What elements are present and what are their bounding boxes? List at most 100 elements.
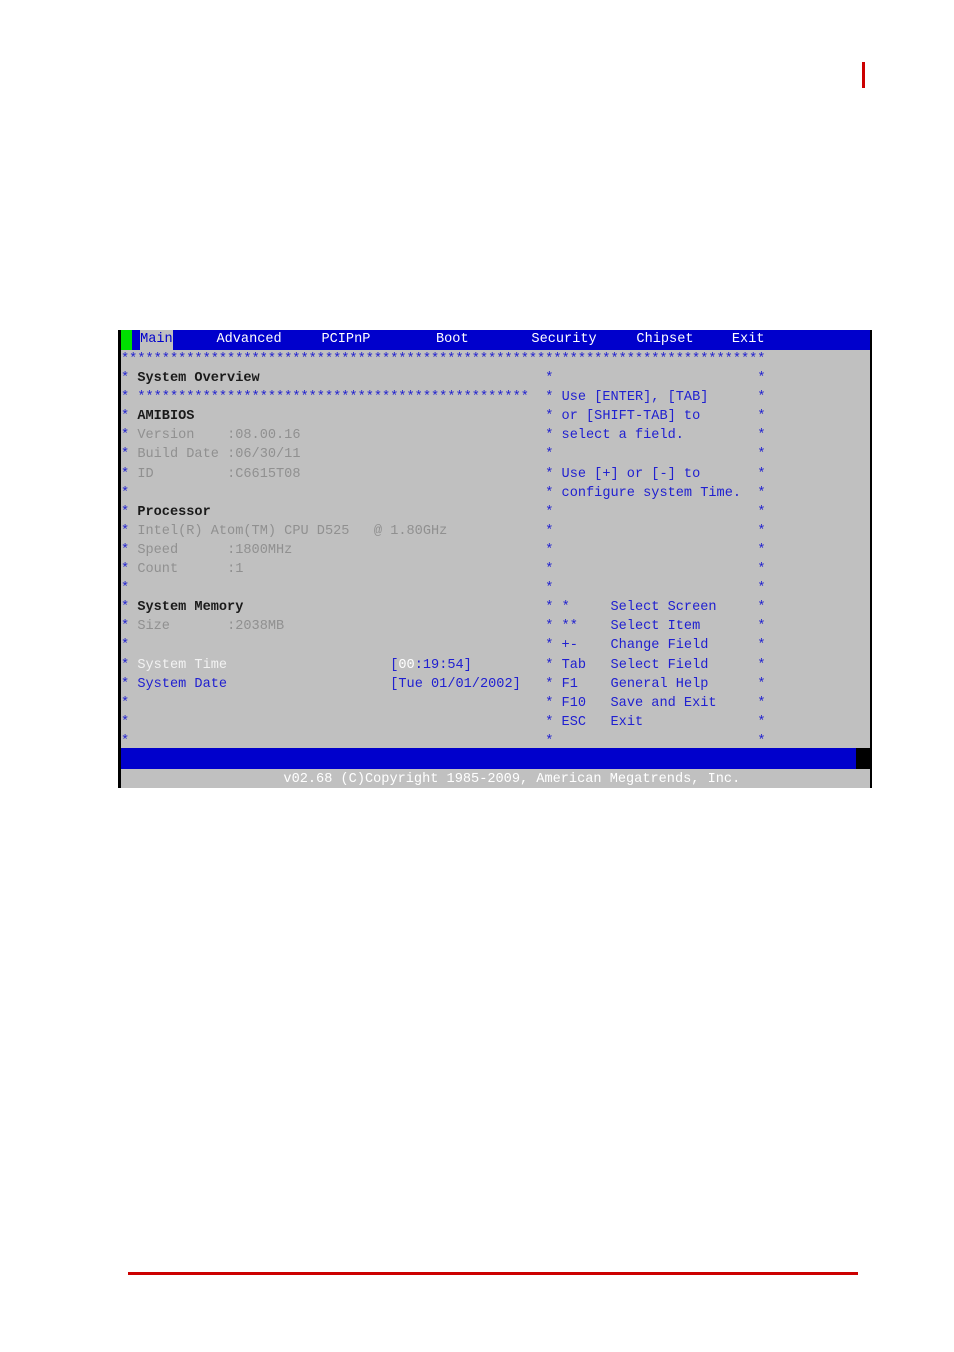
border-star-right: *	[757, 562, 766, 578]
legend-key: **	[561, 619, 611, 635]
legend-key: F10	[561, 695, 611, 711]
section-heading-1: Processor	[137, 504, 211, 520]
field-label-1: System Date	[137, 676, 391, 692]
row-section-heading: * Processor * *	[121, 504, 766, 520]
border-star-right: *	[757, 542, 766, 558]
bios-menu-bar: Main Advanced PCIPnP Boot Security Chipset Exi…	[121, 330, 870, 350]
bios-copyright-text: v02.68 (C)Copyright 1985-2009, American …	[283, 772, 741, 787]
field-bracket-close: ]	[463, 657, 472, 673]
help-divider-star: *	[545, 409, 562, 425]
menu-tab-main[interactable]: Main	[140, 330, 173, 350]
separator-rule-top: ****************************************…	[121, 350, 870, 369]
legend-key: F1	[561, 676, 611, 692]
border-star-right: *	[757, 504, 766, 520]
menu-tab-exit[interactable]: Exit	[732, 330, 765, 350]
info-label: Count	[137, 562, 228, 578]
border-star-right: *	[757, 581, 766, 597]
border-star-right: *	[757, 447, 766, 463]
field-value: :19:54	[414, 657, 464, 673]
border-star-right: *	[757, 466, 766, 482]
help-divider-star: *	[545, 562, 562, 578]
help-divider-star: *	[545, 695, 562, 711]
help-text-line: Use [ENTER], [TAB]	[561, 390, 709, 406]
menu-tab-pcipnp[interactable]: PCIPnP	[321, 330, 370, 350]
legend-key: ESC	[561, 714, 611, 730]
row-blank: * * *	[121, 581, 766, 597]
help-divider-star: *	[545, 428, 562, 444]
page-footer-rule	[128, 1272, 858, 1275]
legend-action: Select Screen	[610, 600, 717, 616]
border-star-right: *	[757, 371, 766, 387]
row-info: * Speed :1800MHz * *	[121, 542, 766, 558]
help-divider-star: *	[545, 657, 562, 673]
row-blank: * * configure system Time. *	[121, 485, 766, 501]
info-value: :2038MB	[227, 619, 285, 635]
menu-tab-security[interactable]: Security	[531, 330, 596, 350]
help-divider-star: *	[545, 733, 562, 749]
help-text-line: configure system Time.	[561, 485, 742, 501]
field-label-0: System Time	[137, 657, 391, 673]
info-value: :06/30/11	[227, 447, 301, 463]
row-blank: * * ESC Exit *	[121, 714, 766, 730]
border-star-right: *	[757, 695, 766, 711]
help-divider-star: *	[545, 638, 562, 654]
info-label: Intel(R) Atom(TM) CPU D525 @ 1.80GHz	[137, 523, 448, 539]
help-divider-star: *	[545, 542, 562, 558]
row-info: * Count :1 * *	[121, 562, 766, 578]
legend-action: Select Item	[610, 619, 701, 635]
info-label: ID	[137, 466, 228, 482]
legend-action: Select Field	[610, 657, 709, 673]
legend-key: Tab	[561, 657, 611, 673]
bios-footer-bar: v02.68 (C)Copyright 1985-2009, American …	[121, 748, 870, 787]
border-star-right: *	[757, 485, 766, 501]
row-field[interactable]: * System Date [Tue 01/01/2002] * F1 Gene…	[121, 675, 870, 694]
help-divider-star: *	[545, 447, 562, 463]
row-info: * Intel(R) Atom(TM) CPU D525 @ 1.80GHz *…	[121, 523, 766, 539]
row-info: * Version :08.00.16 * select a field. *	[121, 428, 766, 444]
legend-action: Exit	[610, 714, 644, 730]
border-star-right: *	[757, 714, 766, 730]
row-info: * Build Date :06/30/11 * *	[121, 447, 766, 463]
separator-rule-section: ****************************************…	[137, 390, 529, 406]
border-star-right: *	[757, 638, 766, 654]
border-star-right: *	[757, 657, 766, 673]
help-divider-star: *	[545, 714, 562, 730]
row-info: * Size :2038MB * ** Select Item *	[121, 619, 766, 635]
row-section-heading: * System Memory * * Select Screen *	[121, 600, 766, 616]
border-star-right: *	[757, 428, 766, 444]
help-divider-star: *	[545, 676, 562, 692]
menu-tab-advanced[interactable]: Advanced	[216, 330, 281, 350]
help-divider-star: *	[545, 466, 562, 482]
help-divider-star: *	[545, 504, 562, 520]
help-divider-star: *	[545, 523, 562, 539]
row-field[interactable]: * System Time [00:19:54] * Tab Select Fi…	[121, 656, 870, 675]
help-text-line: select a field.	[561, 428, 684, 444]
field-value-highlight: 00	[398, 657, 415, 673]
border-star-right: *	[757, 733, 766, 749]
help-divider-star: *	[545, 581, 562, 597]
menu-tab-boot[interactable]: Boot	[436, 330, 469, 350]
help-divider-star: *	[545, 390, 562, 406]
section-heading-2: System Memory	[137, 600, 244, 616]
row-system-overview: * System Overview * *	[121, 371, 766, 387]
legend-action: Save and Exit	[610, 695, 717, 711]
info-label: Build Date	[137, 447, 228, 463]
border-star-right: *	[757, 619, 766, 635]
section-heading-0: AMIBIOS	[137, 409, 195, 425]
bios-content-area: ****************************************…	[121, 350, 870, 768]
menu-cursor-block-icon	[121, 330, 132, 350]
separator-text: ****************************************…	[121, 352, 766, 367]
page-margin-mark-top	[862, 62, 865, 88]
info-value: :1	[227, 562, 244, 578]
legend-action: General Help	[610, 676, 709, 692]
row-blank: * * +- Change Field *	[121, 638, 766, 654]
footer-cursor-block-icon	[856, 748, 870, 769]
help-divider-star: *	[545, 485, 562, 501]
menu-tab-chipset[interactable]: Chipset	[636, 330, 693, 350]
row-section-rule: * **************************************…	[121, 390, 766, 406]
info-value: :C6615T08	[227, 466, 301, 482]
field-bracket-close: ]	[512, 676, 521, 692]
bios-setup-screen: Main Advanced PCIPnP Boot Security Chipset Exi…	[118, 330, 872, 788]
legend-key: *	[561, 600, 611, 616]
help-text-line: or [SHIFT-TAB] to	[561, 409, 701, 425]
